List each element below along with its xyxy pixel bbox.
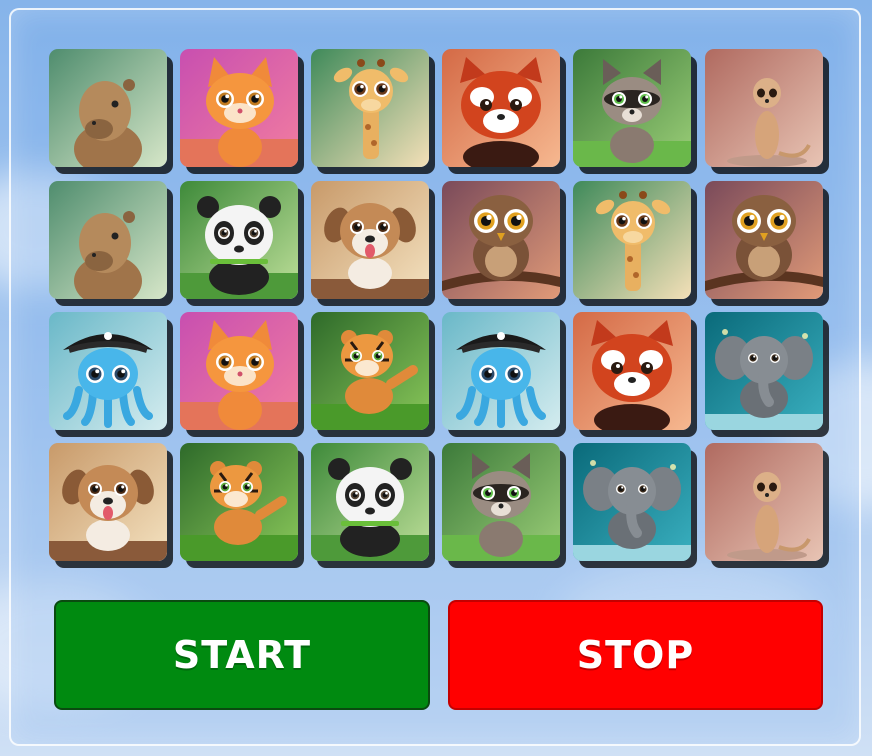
- memory-card-red-panda[interactable]: [573, 312, 691, 430]
- memory-card-giraffe[interactable]: [573, 181, 691, 299]
- tiger-icon: [311, 312, 429, 430]
- puppy-icon: [311, 181, 429, 299]
- orange-kitten-icon: [180, 312, 298, 430]
- memory-card-tiger[interactable]: [180, 443, 298, 561]
- stop-button[interactable]: STOP: [448, 600, 823, 710]
- meerkat-icon: [705, 443, 823, 561]
- raccoon-icon: [573, 49, 691, 167]
- meerkat-icon: [705, 49, 823, 167]
- pirate-octopus-icon: [442, 312, 560, 430]
- elephant-icon: [573, 443, 691, 561]
- memory-card-orange-kitten[interactable]: [180, 312, 298, 430]
- owl-icon: [705, 181, 823, 299]
- memory-card-elephant[interactable]: [705, 312, 823, 430]
- memory-card-meerkat[interactable]: [705, 49, 823, 167]
- memory-card-puppy[interactable]: [311, 181, 429, 299]
- memory-card-raccoon[interactable]: [573, 49, 691, 167]
- memory-card-red-panda[interactable]: [442, 49, 560, 167]
- memory-card-elephant[interactable]: [573, 443, 691, 561]
- memory-card-panda[interactable]: [180, 181, 298, 299]
- puppy-icon: [49, 443, 167, 561]
- memory-card-tiger[interactable]: [311, 312, 429, 430]
- memory-card-panda[interactable]: [311, 443, 429, 561]
- panda-icon: [311, 443, 429, 561]
- red-panda-icon: [442, 49, 560, 167]
- raccoon-icon: [442, 443, 560, 561]
- memory-card-owl[interactable]: [442, 181, 560, 299]
- panda-icon: [180, 181, 298, 299]
- memory-card-raccoon[interactable]: [442, 443, 560, 561]
- memory-card-puppy[interactable]: [49, 443, 167, 561]
- memory-card-orange-kitten[interactable]: [180, 49, 298, 167]
- memory-card-giraffe[interactable]: [311, 49, 429, 167]
- giraffe-icon: [573, 181, 691, 299]
- capybara-icon: [49, 181, 167, 299]
- capybara-icon: [49, 49, 167, 167]
- memory-card-capybara[interactable]: [49, 181, 167, 299]
- memory-card-pirate-octopus[interactable]: [49, 312, 167, 430]
- start-button[interactable]: START: [54, 600, 430, 710]
- red-panda-icon: [573, 312, 691, 430]
- orange-kitten-icon: [180, 49, 298, 167]
- memory-card-capybara[interactable]: [49, 49, 167, 167]
- elephant-icon: [705, 312, 823, 430]
- memory-card-pirate-octopus[interactable]: [442, 312, 560, 430]
- pirate-octopus-icon: [49, 312, 167, 430]
- owl-icon: [442, 181, 560, 299]
- tiger-icon: [180, 443, 298, 561]
- giraffe-icon: [311, 49, 429, 167]
- memory-card-owl[interactable]: [705, 181, 823, 299]
- memory-card-meerkat[interactable]: [705, 443, 823, 561]
